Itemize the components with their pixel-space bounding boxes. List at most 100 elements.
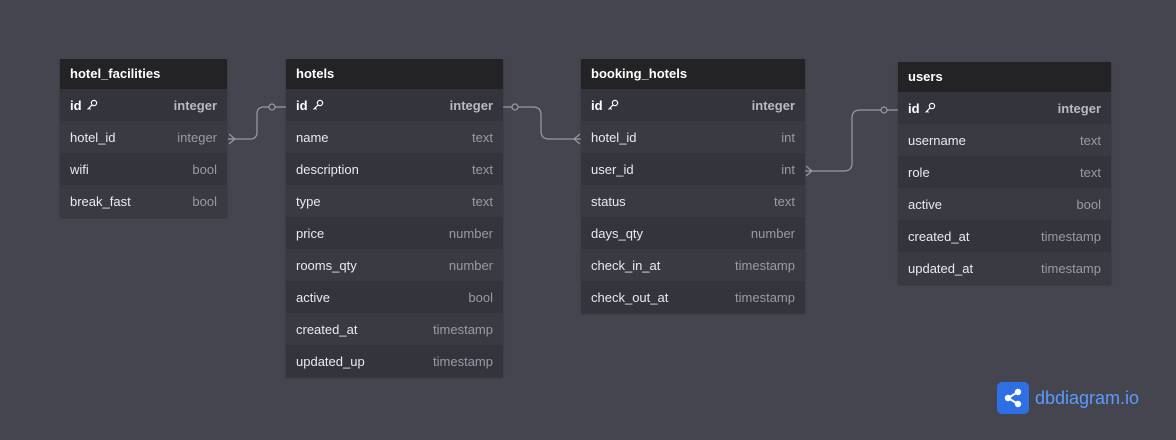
field-row-status[interactable]: status text: [581, 185, 805, 217]
field-name: type: [296, 194, 321, 209]
field-name: id: [70, 98, 98, 113]
field-name-text: id: [591, 97, 603, 113]
primary-key-icon: [312, 99, 324, 111]
field-type: number: [448, 225, 493, 241]
field-name-text: check_in_at: [591, 257, 661, 273]
field-row-created-at[interactable]: created_at timestamp: [898, 220, 1111, 252]
field-type: text: [472, 129, 493, 145]
relation-booking-hotels-users[interactable]: [805, 106, 898, 177]
field-name: active: [296, 290, 330, 305]
field-row-type[interactable]: type text: [286, 185, 503, 217]
field-type: integer: [1057, 100, 1101, 116]
field-row-user-id[interactable]: user_id int: [581, 153, 805, 185]
field-row-description[interactable]: description text: [286, 153, 503, 185]
field-type: integer: [177, 129, 217, 145]
field-name-text: wifi: [70, 161, 89, 177]
primary-key-icon: [86, 99, 98, 111]
field-name: created_at: [296, 322, 357, 337]
field-row-active[interactable]: active bool: [898, 188, 1111, 220]
field-type: timestamp: [1041, 228, 1101, 244]
field-type: text: [774, 193, 795, 209]
field-name-text: created_at: [296, 321, 358, 337]
field-type: number: [448, 257, 493, 273]
relation-booking-hotels-hotels[interactable]: [503, 103, 581, 145]
field-row-id[interactable]: id integer: [581, 89, 805, 121]
table-hotel-facilities[interactable]: hotel_facilitiesid integer hotel_id integer…: [60, 59, 227, 217]
field-name-text: user_id: [591, 161, 634, 177]
field-type: text: [472, 161, 493, 177]
field-name-text: check_out_at: [591, 289, 669, 305]
field-name: id: [908, 101, 936, 116]
field-name-text: id: [908, 100, 920, 116]
field-name-text: active: [908, 196, 942, 212]
relation-hotel-facilities-hotels[interactable]: [228, 103, 286, 145]
field-row-active[interactable]: active bool: [286, 281, 503, 313]
field-name: name: [296, 130, 329, 145]
field-row-id[interactable]: id integer: [286, 89, 503, 121]
field-row-updated-up[interactable]: updated_up timestamp: [286, 345, 503, 377]
field-row-hotel-id[interactable]: hotel_id int: [581, 121, 805, 153]
field-row-id[interactable]: id integer: [60, 89, 227, 121]
field-name: check_in_at: [591, 258, 660, 273]
field-row-created-at[interactable]: created_at timestamp: [286, 313, 503, 345]
table-users[interactable]: users id integer username text role text active…: [898, 62, 1111, 284]
field-type: int: [781, 161, 795, 177]
field-row-role[interactable]: role text: [898, 156, 1111, 188]
field-type: int: [781, 129, 795, 145]
table-header[interactable]: booking_hotels: [581, 59, 805, 89]
table-body: id integer name text description text type text…: [286, 89, 503, 377]
field-type: bool: [468, 289, 493, 305]
primary-key-icon: [607, 99, 619, 111]
field-row-check-in-at[interactable]: check_in_at timestamp: [581, 249, 805, 281]
table-booking-hotels[interactable]: booking_hotels id integer hotel_id int user_i…: [581, 59, 805, 313]
field-name: hotel_id: [70, 130, 116, 145]
field-row-price[interactable]: price number: [286, 217, 503, 249]
field-name: username: [908, 133, 966, 148]
field-row-updated-at[interactable]: updated_at timestamp: [898, 252, 1111, 284]
field-name: price: [296, 226, 324, 241]
field-name: user_id: [591, 162, 634, 177]
field-type: integer: [173, 97, 217, 113]
field-type: timestamp: [1041, 260, 1101, 276]
field-name: rooms_qty: [296, 258, 357, 273]
field-type: integer: [449, 97, 493, 113]
field-row-days-qty[interactable]: days_qty number: [581, 217, 805, 249]
field-name-text: status: [591, 193, 626, 209]
field-name: wifi: [70, 162, 89, 177]
field-name: id: [296, 98, 324, 113]
field-row-username[interactable]: username text: [898, 124, 1111, 156]
field-type: timestamp: [735, 257, 795, 273]
field-row-rooms-qty[interactable]: rooms_qty number: [286, 249, 503, 281]
field-row-check-out-at[interactable]: check_out_at timestamp: [581, 281, 805, 313]
field-row-break-fast[interactable]: break_fast bool: [60, 185, 227, 217]
field-name-text: created_at: [908, 228, 970, 244]
field-name-text: name: [296, 129, 329, 145]
field-name: role: [908, 165, 930, 180]
field-row-name[interactable]: name text: [286, 121, 503, 153]
field-type: bool: [192, 161, 217, 177]
table-header[interactable]: users: [898, 62, 1111, 92]
field-name: check_out_at: [591, 290, 668, 305]
field-type: bool: [1076, 196, 1101, 212]
field-name-text: username: [908, 132, 966, 148]
field-row-hotel-id[interactable]: hotel_id integer: [60, 121, 227, 153]
field-name: break_fast: [70, 194, 131, 209]
table-header[interactable]: hotel_facilities: [60, 59, 227, 89]
field-type: text: [1080, 164, 1101, 180]
field-name-text: days_qty: [591, 225, 644, 241]
field-row-id[interactable]: id integer: [898, 92, 1111, 124]
field-name-text: updated_up: [296, 353, 365, 369]
field-name-text: rooms_qty: [296, 257, 357, 273]
field-name-text: id: [296, 97, 308, 113]
field-type: bool: [192, 193, 217, 209]
field-name: updated_at: [908, 261, 973, 276]
field-name: id: [591, 98, 619, 113]
primary-key-icon: [924, 102, 936, 114]
field-row-wifi[interactable]: wifi bool: [60, 153, 227, 185]
field-name: description: [296, 162, 359, 177]
field-type: timestamp: [433, 353, 493, 369]
table-hotels[interactable]: hotels id integer name text description text ty…: [286, 59, 503, 377]
dbdiagram-logo[interactable]: dbdiagram.io: [997, 382, 1139, 414]
field-name: updated_up: [296, 354, 365, 369]
table-header[interactable]: hotels: [286, 59, 503, 89]
